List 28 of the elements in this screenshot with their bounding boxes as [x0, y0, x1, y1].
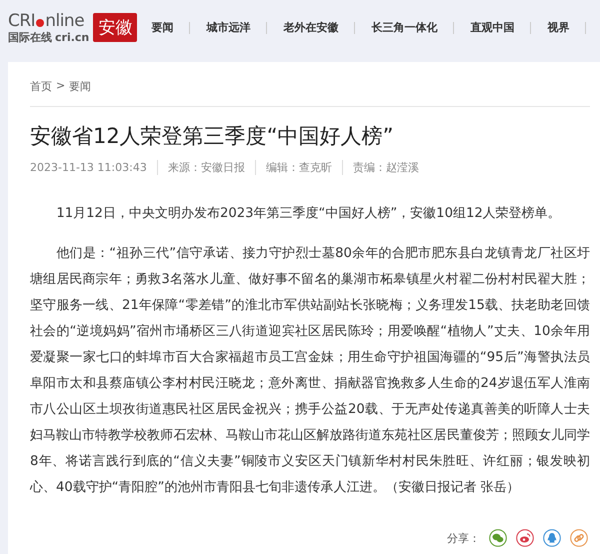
article-paragraph: 他们是：“祖孙三代”信守承诺、接力守护烈士墓80余年的合肥市肥东县白龙镇青龙厂社区圩塘组居民商宗年；勇救3名落水儿童、做好事不留名的巢湖市柘皋镇星火村翟二份村村民翟大胜；坚守服务一线、21年保障“零差错”的淮北市军供站副站长张晓梅；义务理发15载、扶老助老回馈社会的“逆境妈妈”宿州市埇桥区三八街道迎宾社区居民陈玲；用爱唤醒“植物人”丈夫、10余年用爱凝聚一家七口的蚌埠市百大合家福超市员工宫金妹；用生命守护祖国海疆的“95后”海警执法员阜阳市太和县蔡庙镇公李村村民汪晓龙；意外离世、捐献器官挽救多人生命的24岁退伍军人淮南市八公山区土坝孜街道惠民社区居民金祝兴；携手公益20载、于无声处传递真善美的听障人士夫妇马鞍山市特教学校教师石宏林、马鞍山市花山区解放路街道东苑社区居民董俊芳；照顾女儿同学8年、将诺言践行到底的“信义夫妻”铜陵市义安区天门镇新华村村民朱胜旺、许红丽；银发映初心、40载守护“青阳腔”的池州市青阳县七旬非遗传承人江进。（安徽日报记者 张岳）: [30, 245, 590, 497]
logo-text: nline: [45, 12, 84, 30]
channel-badge: 安徽: [93, 13, 138, 42]
link-icon[interactable]: [570, 529, 588, 547]
eye-icon[interactable]: [516, 529, 534, 547]
article-title: 安徽省12人荣登第三季度“中国好人榜”: [30, 123, 394, 150]
site-logo[interactable]: CRI nline 国际在线 cri.cn 安徽: [8, 12, 138, 42]
breadcrumb-link[interactable]: 要闻: [69, 79, 92, 94]
nav-link[interactable]: 直观中国: [454, 22, 532, 34]
nav-link[interactable]: 要闻: [147, 22, 190, 34]
meta-info: 2023-11-13 11:03:43: [30, 161, 148, 174]
dot-icon: [36, 18, 44, 26]
meta-info: 编辑：查克昕: [254, 160, 342, 175]
nav-link[interactable]: 视界: [531, 22, 586, 34]
share-label: 分享：: [447, 530, 480, 546]
meta-info: 责编：赵滢溪: [342, 160, 429, 175]
logo-tagline: 国际在线: [8, 32, 52, 42]
meta-info: 来源：安徽日报: [156, 160, 255, 175]
nav-link[interactable]: 长三角一体化: [355, 22, 454, 34]
article-paragraph: 11月12日，中央文明办发布2023年第三季度“中国好人榜”，安徽10组12人荣登榜单。: [55, 205, 562, 223]
breadcrumb-link[interactable]: 首页: [30, 79, 52, 94]
logo-text: CRI: [8, 12, 36, 30]
breadcrumb-separator: >: [56, 79, 66, 94]
penguin-icon[interactable]: [543, 529, 561, 547]
nav-link[interactable]: 老外在安徽: [267, 22, 356, 34]
logo-domain: cri.cn: [55, 32, 90, 42]
chat-bubbles-icon[interactable]: [489, 529, 507, 547]
nav-link[interactable]: 城市远洋: [190, 22, 268, 34]
